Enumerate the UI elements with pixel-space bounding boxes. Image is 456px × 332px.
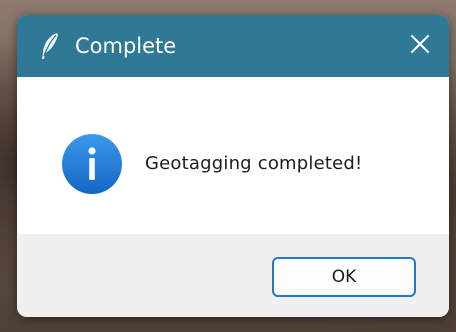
button-bar: OK [17, 234, 449, 317]
dialog-message: Geotagging completed! [145, 153, 363, 174]
feather-icon [39, 32, 61, 60]
close-button[interactable] [401, 27, 439, 65]
ok-button[interactable]: OK [272, 257, 416, 297]
message-dialog: Complete Geotagging completed! OK [17, 15, 449, 317]
dialog-content: Geotagging completed! [17, 77, 449, 234]
window-title: Complete [75, 34, 177, 58]
close-icon [410, 34, 430, 58]
info-icon [61, 133, 123, 195]
title-bar[interactable]: Complete [17, 15, 449, 77]
